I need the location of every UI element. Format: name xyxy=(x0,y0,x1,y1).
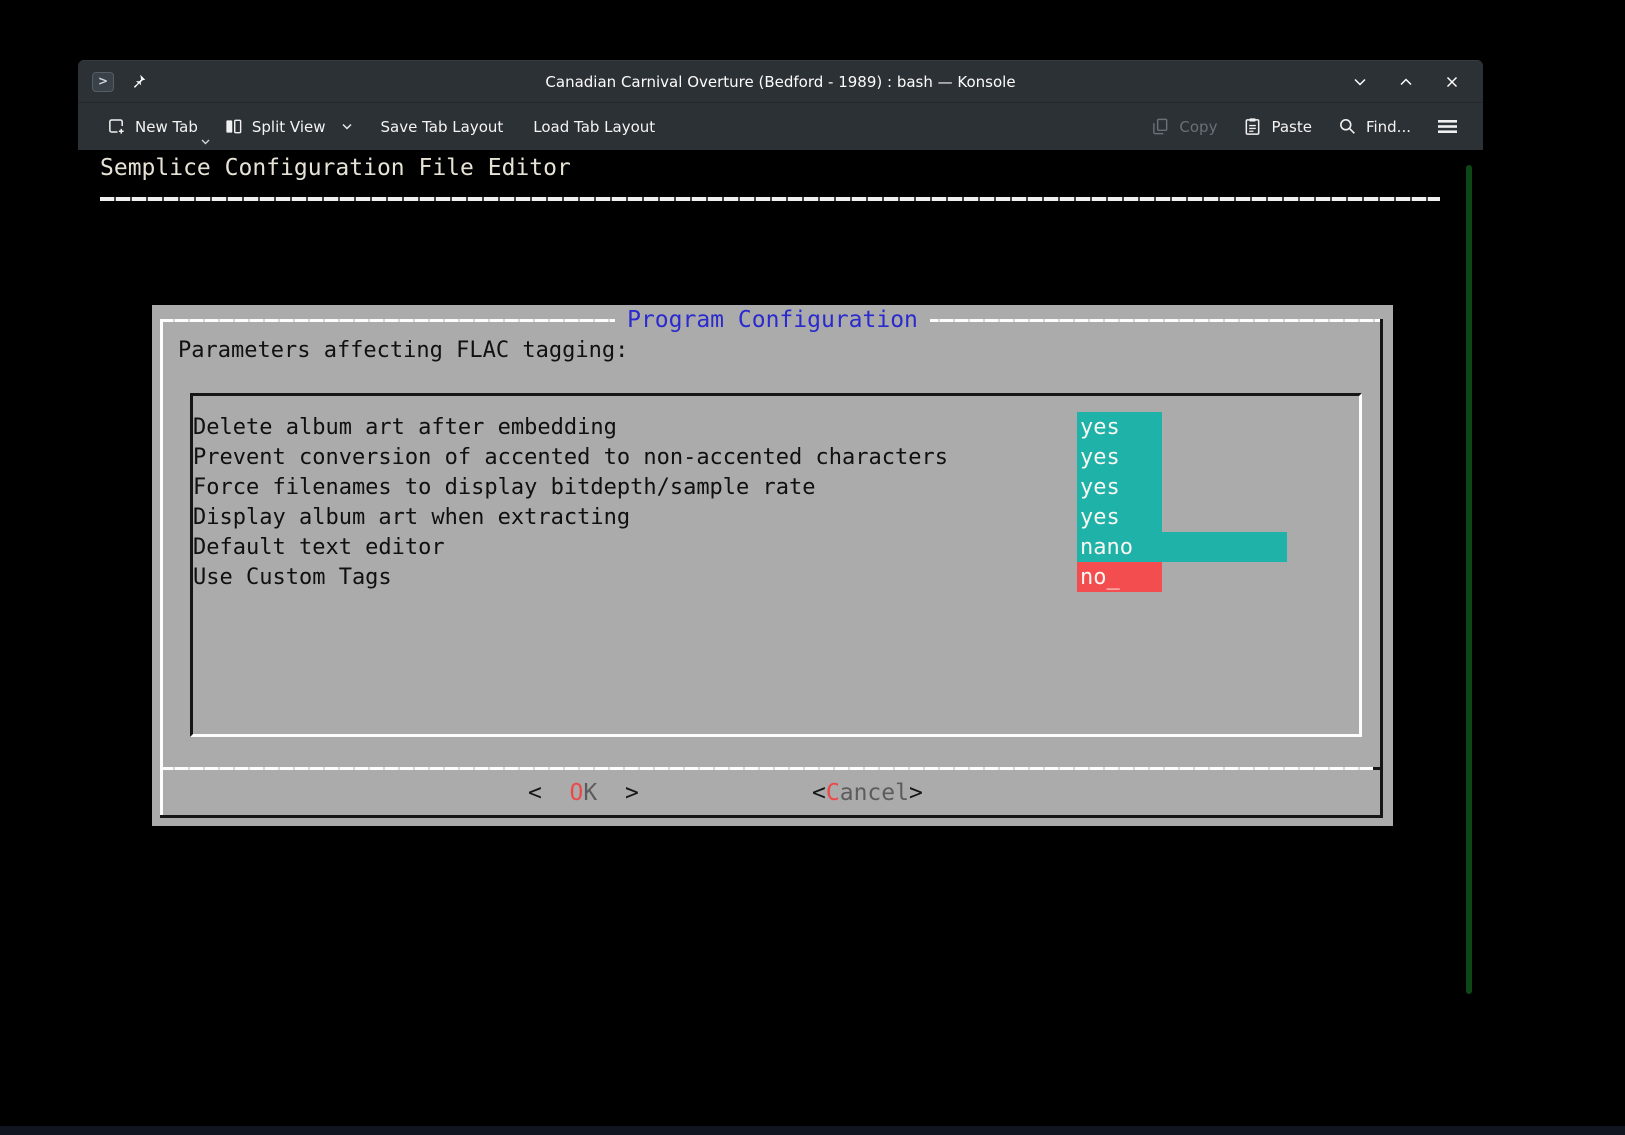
titlebar[interactable]: Canadian Carnival Overture (Bedford - 19… xyxy=(78,60,1483,103)
new-tab-dropdown-icon[interactable] xyxy=(200,138,211,146)
desktop-panel-edge xyxy=(0,1126,1625,1135)
dialog-border-left xyxy=(160,319,163,816)
form-row-label: Use Custom Tags xyxy=(193,565,392,590)
split-view-label: Split View xyxy=(252,118,326,136)
find-label: Find... xyxy=(1366,118,1411,136)
backtitle-separator xyxy=(100,197,1440,201)
konsole-app-icon[interactable]: > xyxy=(92,72,114,92)
text-cursor: _ xyxy=(1107,565,1120,590)
field-value: yes xyxy=(1080,505,1120,530)
field-value: no xyxy=(1080,565,1107,590)
paste-button[interactable]: Paste xyxy=(1234,111,1321,142)
ok-open-bracket: < xyxy=(528,780,570,806)
field-value: yes xyxy=(1080,475,1120,500)
form-row-use-custom-tags[interactable]: Use Custom Tags xyxy=(193,562,392,592)
paste-label: Paste xyxy=(1271,118,1312,136)
form-row-force-filenames[interactable]: Force filenames to display bitdepth/samp… xyxy=(193,472,816,502)
form-field-default-text-editor[interactable]: nano xyxy=(1077,532,1287,562)
program-configuration-dialog: Program Configuration Parameters affecti… xyxy=(152,305,1393,826)
form-field-use-custom-tags-active[interactable]: no_ xyxy=(1077,562,1162,592)
cancel-close-bracket: > xyxy=(909,780,923,806)
form-row-label: Force filenames to display bitdepth/samp… xyxy=(193,475,816,500)
form-field-delete-album-art[interactable]: yes xyxy=(1077,412,1162,442)
button-separator xyxy=(160,767,1373,770)
form-row-label: Default text editor xyxy=(193,535,445,560)
dialog-border-bottom xyxy=(160,815,1383,818)
form-row-prevent-conversion[interactable]: Prevent conversion of accented to non-ac… xyxy=(193,442,948,472)
cancel-rest: ancel xyxy=(840,780,909,806)
form-row-default-text-editor[interactable]: Default text editor xyxy=(193,532,445,562)
toolbar: New Tab Split View Save Tab Layo xyxy=(78,103,1483,150)
field-value: yes xyxy=(1080,415,1120,440)
search-icon xyxy=(1338,117,1357,136)
ok-button[interactable]: < OK > xyxy=(528,779,639,807)
hamburger-menu-button[interactable] xyxy=(1428,112,1467,141)
button-separator-cap xyxy=(1373,767,1383,770)
paste-icon xyxy=(1243,117,1262,136)
desktop: Canadian Carnival Overture (Bedford - 19… xyxy=(0,0,1625,1135)
maximize-button[interactable] xyxy=(1397,73,1415,91)
dialog-subtitle: Parameters affecting FLAC tagging: xyxy=(178,338,628,363)
minimize-button[interactable] xyxy=(1351,73,1369,91)
new-tab-button[interactable]: New Tab xyxy=(98,111,207,142)
dialog-border-right xyxy=(1380,319,1383,818)
copy-icon xyxy=(1151,117,1170,136)
ok-rest: K xyxy=(583,780,597,806)
cancel-open-bracket: < xyxy=(812,780,826,806)
form-row-delete-album-art[interactable]: Delete album art after embedding xyxy=(193,412,617,442)
ok-close-bracket: > xyxy=(597,780,639,806)
form-field-prevent-conversion[interactable]: yes xyxy=(1077,442,1162,472)
save-tab-layout-label: Save Tab Layout xyxy=(381,118,504,136)
cancel-hotkey: C xyxy=(826,780,840,806)
form-row-label: Display album art when extracting xyxy=(193,505,630,530)
copy-button[interactable]: Copy xyxy=(1142,111,1226,142)
copy-label: Copy xyxy=(1179,118,1217,136)
form-row-display-album-art[interactable]: Display album art when extracting xyxy=(193,502,630,532)
form-field-display-album-art[interactable]: yes xyxy=(1077,502,1162,532)
new-tab-label: New Tab xyxy=(135,118,198,136)
split-view-icon xyxy=(224,117,243,136)
form-row-label: Prevent conversion of accented to non-ac… xyxy=(193,445,948,470)
load-tab-layout-label: Load Tab Layout xyxy=(533,118,655,136)
dialog-title: Program Configuration xyxy=(615,307,930,333)
backtitle: Semplice Configuration File Editor xyxy=(100,155,571,181)
find-button[interactable]: Find... xyxy=(1329,111,1420,142)
field-value: nano xyxy=(1080,535,1133,560)
konsole-window: Canadian Carnival Overture (Bedford - 19… xyxy=(78,60,1483,1001)
window-title: Canadian Carnival Overture (Bedford - 19… xyxy=(78,73,1483,91)
form-row-label: Delete album art after embedding xyxy=(193,415,617,440)
load-tab-layout-button[interactable]: Load Tab Layout xyxy=(522,112,666,142)
ok-hotkey: O xyxy=(570,780,584,806)
split-view-button[interactable]: Split View xyxy=(215,111,362,142)
close-button[interactable] xyxy=(1443,73,1461,91)
scrollbar[interactable] xyxy=(1466,165,1472,994)
hamburger-icon xyxy=(1437,118,1458,135)
new-tab-icon xyxy=(107,117,126,136)
form-field-force-filenames[interactable]: yes xyxy=(1077,472,1162,502)
save-tab-layout-button[interactable]: Save Tab Layout xyxy=(370,112,515,142)
pin-icon[interactable] xyxy=(130,73,147,90)
cancel-button[interactable]: <Cancel> xyxy=(812,779,923,807)
field-value: yes xyxy=(1080,445,1120,470)
split-view-chevron-icon xyxy=(341,122,353,131)
terminal-screen[interactable]: Semplice Configuration File Editor Progr… xyxy=(78,150,1483,1001)
